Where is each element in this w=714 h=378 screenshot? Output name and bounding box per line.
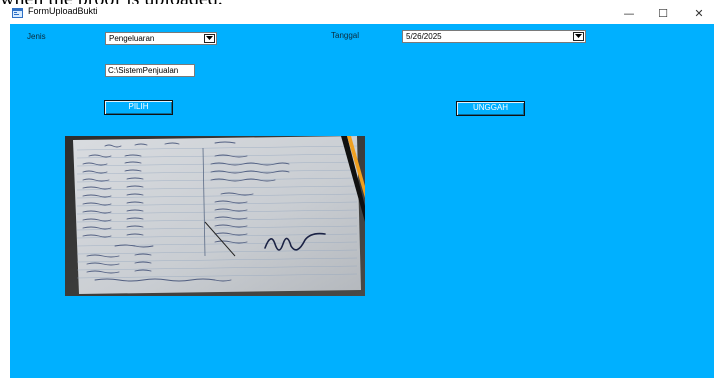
receipt-photo xyxy=(65,136,365,296)
jenis-dropdown-arrow[interactable] xyxy=(204,34,215,43)
close-button[interactable]: ✕ xyxy=(684,4,714,24)
file-path-value: C:\SistemPenjualan xyxy=(108,66,179,75)
jenis-value: Pengeluaran xyxy=(109,34,155,43)
tanggal-value: 5/26/2025 xyxy=(406,32,442,41)
upload-form: Jenis Pengeluaran Tanggal 5/26/2025 C:\S… xyxy=(10,24,714,378)
jenis-label: Jenis xyxy=(27,32,46,41)
tanggal-datepicker[interactable]: 5/26/2025 xyxy=(402,30,586,43)
app-form-icon xyxy=(12,8,23,18)
proof-image xyxy=(65,136,365,296)
window-title: FormUploadBukti xyxy=(28,6,98,16)
maximize-button[interactable]: ☐ xyxy=(648,4,678,24)
window-titlebar[interactable]: FormUploadBukti — ☐ ✕ xyxy=(0,4,714,24)
pilih-button[interactable]: PILIH xyxy=(104,100,173,115)
tanggal-label: Tanggal xyxy=(331,31,360,40)
chevron-down-icon xyxy=(575,34,582,38)
file-path-field[interactable]: C:\SistemPenjualan xyxy=(105,64,195,77)
chevron-down-icon xyxy=(206,36,213,40)
minimize-button[interactable]: — xyxy=(614,4,644,24)
unggah-button[interactable]: UNGGAH xyxy=(456,101,525,116)
jenis-dropdown[interactable]: Pengeluaran xyxy=(105,32,217,45)
tanggal-dropdown-arrow[interactable] xyxy=(573,32,584,41)
